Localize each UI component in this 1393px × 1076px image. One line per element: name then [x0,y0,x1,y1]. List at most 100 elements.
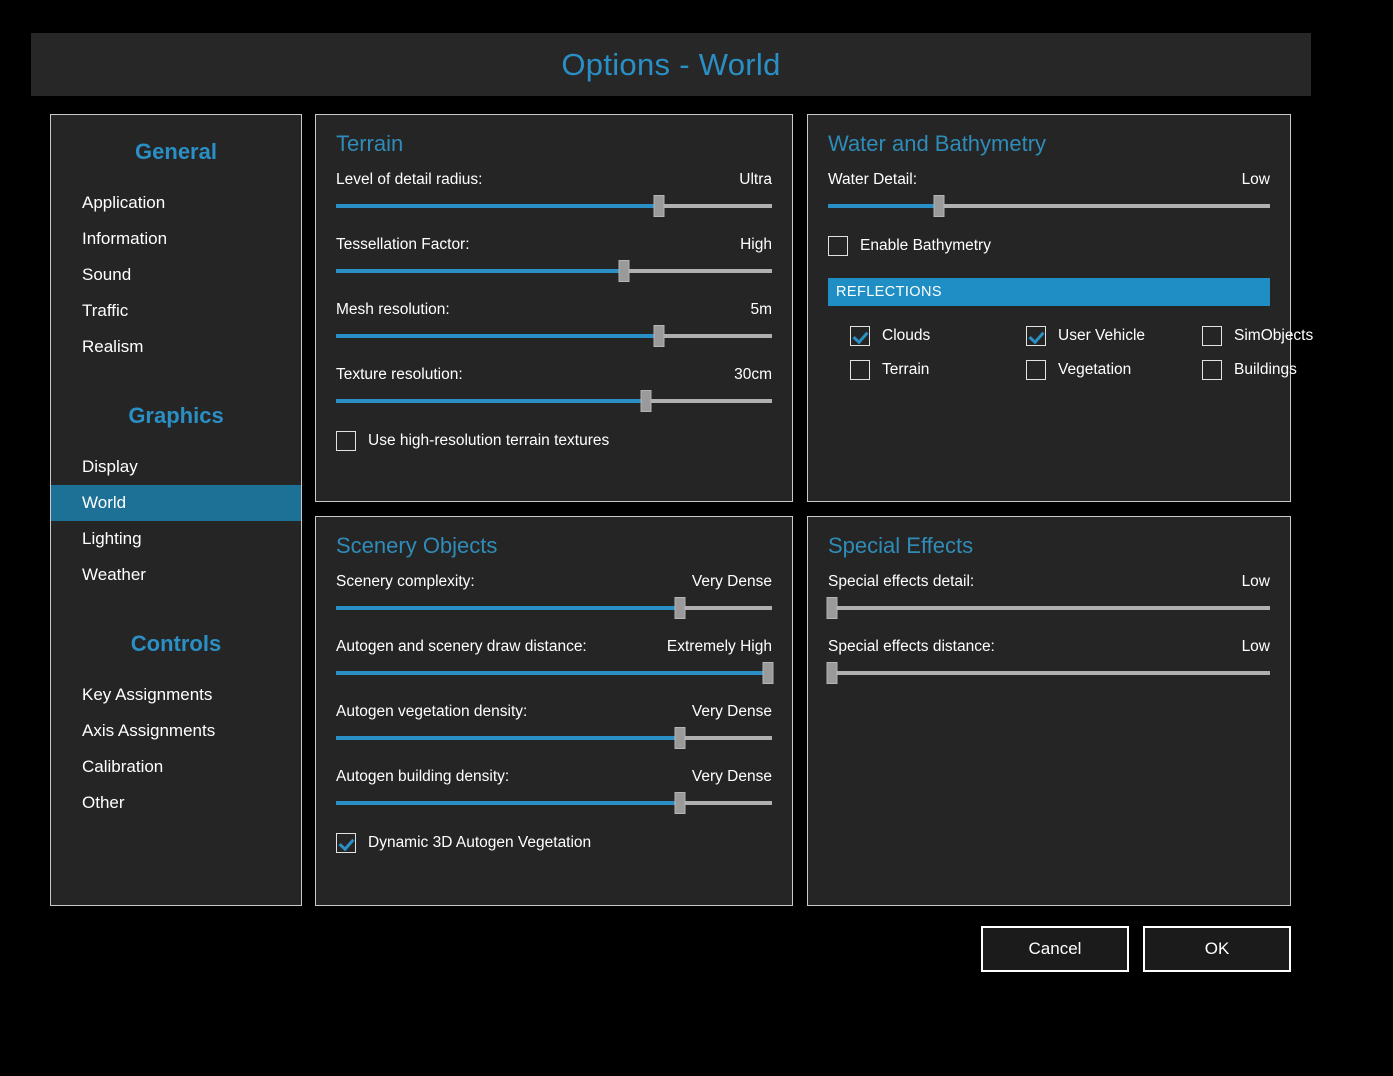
checkbox-enable-bathymetry[interactable]: Enable Bathymetry [828,236,1270,256]
checkbox-reflection-user-vehicle[interactable]: User Vehicle [1026,326,1202,346]
sidebar-item-application[interactable]: Application [51,185,301,221]
checkmark-icon[interactable] [336,833,356,853]
slider-thumb[interactable] [674,597,686,619]
slider-label: Scenery complexity: [336,573,475,590]
sidebar-item-information[interactable]: Information [51,221,301,257]
checkbox-dynamic-3d-autogen-vegetation[interactable]: Dynamic 3D Autogen Vegetation [336,833,772,853]
slider-autogen-and-scenery-draw-distance[interactable]: Autogen and scenery draw distance: Extrem… [336,638,774,684]
slider-track[interactable] [336,390,772,412]
slider-thumb[interactable] [653,195,665,217]
checkbox-empty-icon[interactable] [336,431,356,451]
checkbox-label: Dynamic 3D Autogen Vegetation [368,834,592,851]
slider-autogen-building-density[interactable]: Autogen building density: Very Dense [336,768,772,814]
slider-thumb[interactable] [762,662,774,684]
slider-value: Low [1241,638,1270,655]
sidebar-group-spacer [51,593,301,619]
sidebar-heading-graphics: Graphics [128,403,224,428]
sidebar-item-sound[interactable]: Sound [51,257,301,293]
slider-thumb[interactable] [674,792,686,814]
checkbox-empty-icon[interactable] [1202,326,1222,346]
slider-track-fill [336,671,768,675]
slider-label: Autogen and scenery draw distance: [336,638,587,655]
checkbox-reflection-simobjects[interactable]: SimObjects [1202,326,1313,346]
panel-special-effects: Special Effects Special effects detail: L… [807,516,1291,906]
slider-thumb[interactable] [933,195,944,217]
sidebar-item-world[interactable]: World [51,485,301,521]
checkbox-reflection-vegetation[interactable]: Vegetation [1026,360,1202,380]
slider-water-detail[interactable]: Water Detail: Low [828,171,1270,217]
slider-label: Texture resolution: [336,366,463,383]
checkbox-reflection-buildings[interactable]: Buildings [1202,360,1313,380]
slider-value: 5m [750,301,772,318]
sidebar-item-calibration[interactable]: Calibration [51,749,301,785]
slider-track[interactable] [828,195,1270,217]
sidebar-group-spacer [51,365,301,391]
checkmark-icon[interactable] [1026,326,1046,346]
slider-track[interactable] [336,325,772,347]
sidebar-heading-controls: Controls [130,631,222,656]
slider-track-fill [336,334,659,338]
sidebar-item-other[interactable]: Other [51,785,301,821]
slider-value: Low [1241,573,1270,590]
checkbox-empty-icon[interactable] [1026,360,1046,380]
slider-value: Ultra [739,171,772,188]
reflections-options-grid: Clouds User Vehicle SimObjects Terrain Veget… [828,312,1313,380]
slider-scenery-complexity[interactable]: Scenery complexity: Very Dense [336,573,772,619]
slider-special-effects-detail[interactable]: Special effects detail: Low [826,573,1270,619]
slider-autogen-vegetation-density[interactable]: Autogen vegetation density: Very Dense [336,703,772,749]
slider-label: Autogen vegetation density: [336,703,528,720]
sidebar-item-realism[interactable]: Realism [51,329,301,365]
slider-track-fill [336,801,681,805]
checkmark-icon[interactable] [850,326,870,346]
slider-thumb[interactable] [674,727,686,749]
sidebar-item-lighting[interactable]: Lighting [51,521,301,557]
sidebar-item-axis-assignments[interactable]: Axis Assignments [51,713,301,749]
slider-label: Tessellation Factor: [336,236,470,253]
checkbox-empty-icon[interactable] [1202,360,1222,380]
slider-level-of-detail-radius[interactable]: Level of detail radius: Ultra [336,171,772,217]
slider-label: Mesh resolution: [336,301,450,318]
slider-value: Very Dense [691,768,772,785]
cancel-button[interactable]: Cancel [981,926,1129,972]
slider-special-effects-distance[interactable]: Special effects distance: Low [826,638,1270,684]
slider-track[interactable] [826,597,1270,619]
window-titlebar: Options - World [31,33,1311,96]
slider-mesh-resolution[interactable]: Mesh resolution: 5m [336,301,772,347]
slider-value: Low [1241,171,1270,188]
sidebar-item-key-assignments[interactable]: Key Assignments [51,677,301,713]
slider-track[interactable] [336,662,774,684]
slider-label: Special effects detail: [828,573,975,590]
slider-track[interactable] [336,597,772,619]
checkbox-reflection-terrain[interactable]: Terrain [850,360,1026,380]
slider-track[interactable] [336,195,772,217]
slider-track[interactable] [336,727,772,749]
sidebar-item-traffic[interactable]: Traffic [51,293,301,329]
checkbox-empty-icon[interactable] [828,236,848,256]
slider-label: Level of detail radius: [336,171,483,188]
sidebar-item-weather[interactable]: Weather [51,557,301,593]
slider-thumb[interactable] [826,662,838,684]
checkbox-label: Terrain [882,361,930,378]
sidebar-item-display[interactable]: Display [51,449,301,485]
slider-thumb[interactable] [653,325,665,347]
slider-tessellation-factor[interactable]: Tessellation Factor: High [336,236,772,282]
slider-track[interactable] [336,792,772,814]
panel-effects-title: Special Effects [828,533,974,558]
checkbox-empty-icon[interactable] [850,360,870,380]
slider-thumb[interactable] [618,260,630,282]
slider-texture-resolution[interactable]: Texture resolution: 30cm [336,366,772,412]
checkbox-label: Buildings [1234,361,1297,378]
sidebar-navigation: General Application Information Sound Traffi… [50,114,302,906]
ok-button[interactable]: OK [1143,926,1291,972]
panel-scenery-objects: Scenery Objects Scenery complexity: Very … [315,516,793,906]
slider-label: Special effects distance: [828,638,995,655]
slider-track[interactable] [336,260,772,282]
checkbox-reflection-clouds[interactable]: Clouds [850,326,1026,346]
checkbox-use-high-resolution-terrain-textures[interactable]: Use high-resolution terrain textures [336,431,772,451]
panel-terrain: Terrain Level of detail radius: Ultra Tess… [315,114,793,502]
slider-thumb[interactable] [826,597,838,619]
slider-thumb[interactable] [640,390,652,412]
slider-track[interactable] [826,662,1270,684]
checkbox-label: SimObjects [1234,327,1314,344]
ok-button-label: OK [1204,939,1230,958]
